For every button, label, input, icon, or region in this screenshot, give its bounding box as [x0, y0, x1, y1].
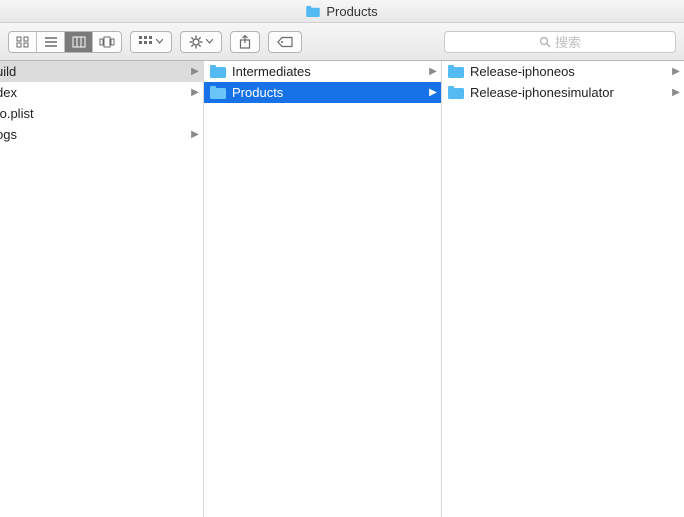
- chevron-right-icon: ▶: [191, 66, 199, 77]
- item-label: Release-iphonesimulator: [470, 85, 614, 100]
- arrange-button[interactable]: [130, 31, 172, 53]
- chevron-right-icon: ▶: [429, 87, 437, 98]
- item-label: Products: [232, 85, 283, 100]
- item-label: Intermediates: [232, 64, 311, 79]
- list-item[interactable]: ogs ▶: [0, 124, 203, 145]
- gear-icon: [189, 35, 203, 49]
- chevron-right-icon: ▶: [429, 66, 437, 77]
- search-placeholder: 搜索: [555, 32, 581, 51]
- item-label: ogs: [0, 127, 17, 142]
- view-list-button[interactable]: [37, 32, 65, 52]
- chevron-right-icon: ▶: [672, 87, 680, 98]
- column-0[interactable]: uild ▶ dex ▶ fo.plist ogs ▶: [0, 61, 204, 517]
- tag-icon: [277, 36, 293, 48]
- search-icon: [539, 36, 551, 48]
- view-coverflow-button[interactable]: [93, 32, 121, 52]
- grid-small-icon: [139, 36, 153, 48]
- list-item[interactable]: dex ▶: [0, 82, 203, 103]
- column-browser: uild▶dex▶fo.plistogs▶ Intermediates▶Prod…: [0, 61, 684, 517]
- item-label: Release-iphoneos: [470, 64, 575, 79]
- columns-icon: [72, 36, 86, 48]
- list-icon: [44, 36, 58, 48]
- window-titlebar: Products: [0, 0, 684, 23]
- chevron-right-icon: ▶: [191, 87, 199, 98]
- list-item[interactable]: fo.plist: [0, 103, 203, 124]
- folder-icon: [210, 86, 226, 99]
- share-button[interactable]: [230, 31, 260, 53]
- folder-icon: [210, 65, 226, 78]
- share-icon: [239, 35, 251, 49]
- tags-button[interactable]: [268, 31, 302, 53]
- folder-icon: [306, 6, 320, 17]
- list-item[interactable]: Release-iphoneos ▶: [442, 61, 684, 82]
- chevron-down-icon: [206, 39, 213, 44]
- folder-icon: [448, 65, 464, 78]
- column-1[interactable]: Intermediates ▶ Products ▶: [204, 61, 442, 517]
- grid-icon: [16, 36, 30, 48]
- action-button[interactable]: [180, 31, 222, 53]
- chevron-right-icon: ▶: [191, 129, 199, 140]
- view-mode-group: [8, 31, 122, 53]
- search-field[interactable]: 搜索: [444, 31, 676, 53]
- column-2[interactable]: Release-iphoneos▶Release-iphonesimulator…: [442, 61, 684, 517]
- view-column-button[interactable]: [65, 32, 93, 52]
- item-label: uild: [0, 64, 16, 79]
- list-item[interactable]: Release-iphonesimulator ▶: [442, 82, 684, 103]
- item-label: fo.plist: [0, 106, 34, 121]
- window-title: Products: [326, 4, 377, 19]
- folder-icon: [448, 86, 464, 99]
- item-label: dex: [0, 85, 17, 100]
- list-item[interactable]: uild ▶: [0, 61, 203, 82]
- chevron-down-icon: [156, 39, 163, 44]
- list-item[interactable]: Products ▶: [204, 82, 441, 103]
- coverflow-icon: [99, 36, 115, 48]
- view-icon-button[interactable]: [9, 32, 37, 52]
- toolbar: 搜索: [0, 23, 684, 61]
- chevron-right-icon: ▶: [672, 66, 680, 77]
- list-item[interactable]: Intermediates ▶: [204, 61, 441, 82]
